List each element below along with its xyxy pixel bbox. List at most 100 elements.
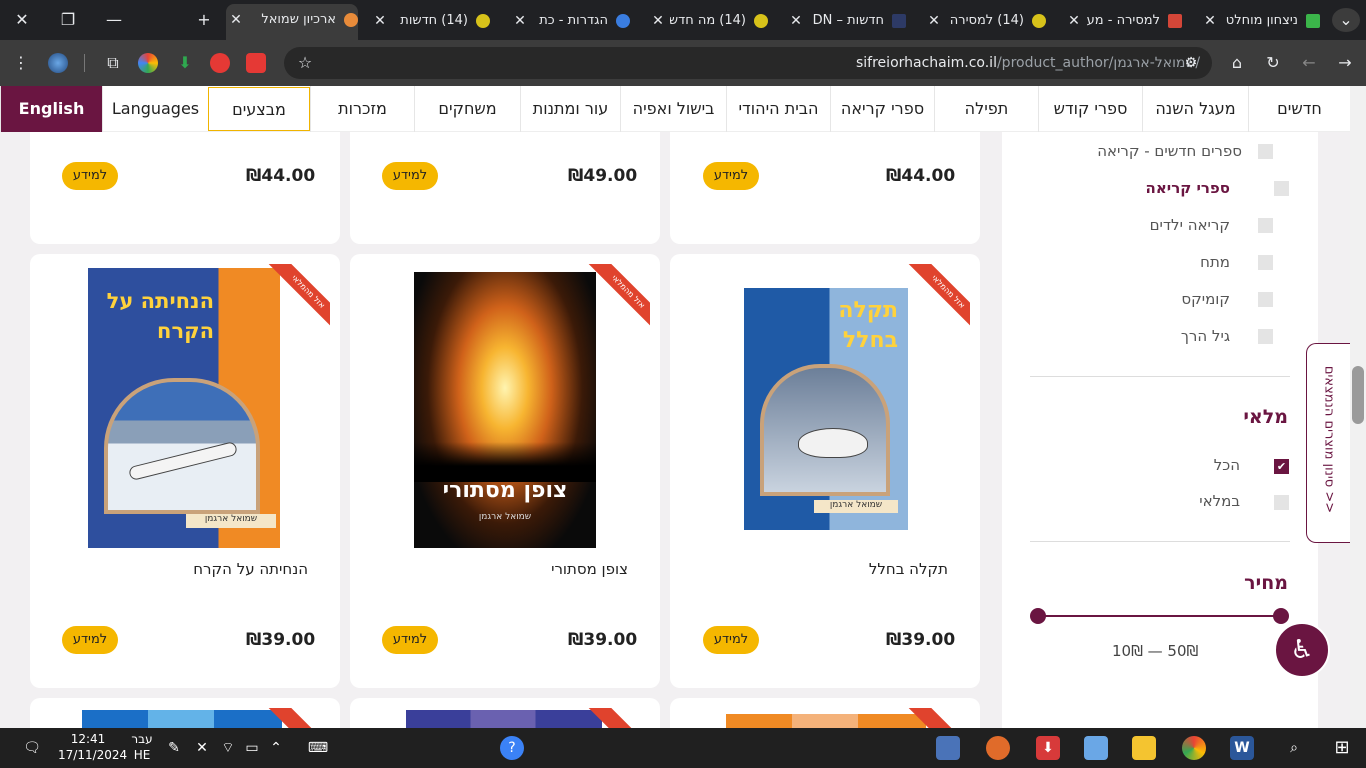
product-card[interactable]: תקלה בחלל שמואל ארגמן אזל מהמלאי תקלה בח… xyxy=(670,254,980,688)
book-cover-image[interactable]: תקלה בחלל שמואל ארגמן xyxy=(744,288,908,530)
extensions-puzzle-icon[interactable]: ⧉ xyxy=(102,52,124,74)
back-arrow-icon[interactable]: ← xyxy=(1298,52,1320,74)
close-tab-icon[interactable]: ✕ xyxy=(1200,6,1220,36)
chrome-profile-icon[interactable] xyxy=(986,736,1010,760)
nav-english[interactable]: English xyxy=(0,86,102,132)
stock-all-option[interactable]: הכל xyxy=(1214,456,1240,474)
nav-souvenirs[interactable]: מזכרות xyxy=(310,86,414,132)
close-tab-icon[interactable]: ✕ xyxy=(510,6,530,36)
site-info-icon[interactable]: ⚙ xyxy=(1180,52,1202,74)
product-card[interactable]: הנחיתה על הקרח שמואל ארגמן אזל מהמלאי הנ… xyxy=(30,254,340,688)
reload-icon[interactable]: ↻ xyxy=(1262,52,1284,74)
notifications-icon[interactable]: 🗨 xyxy=(20,736,44,760)
tab-search-chevron-icon[interactable]: ⌄ xyxy=(1332,8,1360,32)
download-app-icon[interactable]: ⬇ xyxy=(1036,736,1060,760)
bookmark-star-icon[interactable]: ☆ xyxy=(294,52,316,74)
in-stock-checkbox[interactable] xyxy=(1274,495,1289,510)
info-button[interactable]: למידע xyxy=(62,162,118,190)
close-tab-icon[interactable]: ✕ xyxy=(370,6,390,36)
nav-leather-gifts[interactable]: עור ומתנות xyxy=(520,86,620,132)
tab[interactable]: ✕ ניצחון מוחלט xyxy=(1200,6,1320,36)
extension-icon[interactable] xyxy=(210,53,230,73)
nav-reading-books[interactable]: ספרי קריאה xyxy=(830,86,934,132)
tray-expand-icon[interactable]: ⌃ xyxy=(264,736,288,760)
nav-year-cycle[interactable]: מעגל השנה xyxy=(1142,86,1248,132)
extension-icon[interactable] xyxy=(138,53,158,73)
book-cover-image[interactable] xyxy=(726,714,926,728)
category-kids-reading[interactable]: קריאה ילדים xyxy=(1150,216,1230,234)
product-title[interactable]: תקלה בחלל xyxy=(869,560,948,578)
close-window-icon[interactable]: ✕ xyxy=(8,8,36,32)
category-checkbox[interactable] xyxy=(1258,292,1273,307)
book-cover-image[interactable] xyxy=(82,710,282,728)
tab[interactable]: ✕ הגדרות - כת xyxy=(510,6,630,36)
mute-icon[interactable]: ✕ xyxy=(190,736,214,760)
info-button[interactable]: למידע xyxy=(703,626,759,654)
nav-games[interactable]: משחקים xyxy=(414,86,520,132)
tab[interactable]: ✕ (14) מה חדש xyxy=(648,6,768,36)
product-title[interactable]: צופן מסתורי xyxy=(551,560,628,578)
book-cover-image[interactable]: צופן מסתורי שמואל ארגמן xyxy=(414,272,596,548)
close-tab-icon[interactable]: ✕ xyxy=(648,6,668,36)
close-tab-icon[interactable]: ✕ xyxy=(786,6,806,36)
pen-icon[interactable]: ✎ xyxy=(162,736,186,760)
nav-new[interactable]: חדשים xyxy=(1248,86,1350,132)
category-checkbox[interactable] xyxy=(1258,329,1273,344)
info-button[interactable]: למידע xyxy=(62,626,118,654)
category-checkbox[interactable] xyxy=(1274,181,1289,196)
book-cover-image[interactable]: הנחיתה על הקרח שמואל ארגמן xyxy=(88,268,280,548)
info-button[interactable]: למידע xyxy=(382,162,438,190)
tab[interactable]: ✕ (14) למסירה xyxy=(924,6,1046,36)
category-comics[interactable]: קומיקס xyxy=(1181,290,1230,308)
nav-holy-books[interactable]: ספרי קודש xyxy=(1038,86,1142,132)
close-tab-icon[interactable]: ✕ xyxy=(226,4,246,36)
category-checkbox[interactable] xyxy=(1258,218,1273,233)
new-tab-icon[interactable]: + xyxy=(190,8,218,32)
nav-jewish-home[interactable]: הבית היהודי xyxy=(726,86,830,132)
category-new-reading[interactable]: ספרים חדשים - קריאה xyxy=(1097,142,1242,160)
language-indicator[interactable]: עבר HE xyxy=(126,731,158,763)
home-icon[interactable]: ⌂ xyxy=(1226,52,1248,74)
tab[interactable]: ✕ (14) חדשות xyxy=(370,6,490,36)
book-cover-image[interactable] xyxy=(406,710,602,728)
keyboard-icon[interactable]: ⌨ xyxy=(306,736,330,760)
info-button[interactable]: למידע xyxy=(382,626,438,654)
category-checkbox[interactable] xyxy=(1258,144,1273,159)
minimize-window-icon[interactable]: — xyxy=(100,8,128,32)
battery-icon[interactable]: ▭ xyxy=(240,736,264,760)
close-tab-icon[interactable]: ✕ xyxy=(1064,6,1084,36)
nav-languages[interactable]: Languages xyxy=(102,86,208,132)
scrollbar-thumb[interactable] xyxy=(1352,366,1364,424)
product-title[interactable]: הנחיתה על הקרח xyxy=(193,560,308,578)
profile-avatar[interactable] xyxy=(48,53,68,73)
price-slider-track[interactable] xyxy=(1040,615,1282,617)
category-checkbox[interactable] xyxy=(1258,255,1273,270)
nav-prayer[interactable]: תפילה xyxy=(934,86,1038,132)
product-card[interactable]: אזל xyxy=(350,698,660,728)
product-card[interactable]: אזל xyxy=(670,698,980,728)
product-card[interactable]: אזל xyxy=(30,698,340,728)
tab[interactable]: ✕ חדשות – DN xyxy=(786,6,906,36)
menu-dots-icon[interactable]: ⋮ xyxy=(10,52,32,74)
nav-sales[interactable]: מבצעים xyxy=(208,87,310,131)
address-bar[interactable]: ☆ sifreiorhachaim.co.il/product_author/ש… xyxy=(284,47,1212,79)
desktop-app-icon[interactable] xyxy=(1084,736,1108,760)
extension-icon[interactable] xyxy=(246,53,266,73)
forward-arrow-icon[interactable]: → xyxy=(1334,52,1356,74)
windows-start-icon[interactable]: ⊞ xyxy=(1330,736,1354,760)
category-toddlers[interactable]: גיל הרך xyxy=(1181,327,1230,345)
file-explorer-icon[interactable] xyxy=(1132,736,1156,760)
product-card[interactable]: צופן מסתורי שמואל ארגמן אזל מהמלאי צופן … xyxy=(350,254,660,688)
help-icon[interactable]: ? xyxy=(500,736,524,760)
chrome-icon[interactable] xyxy=(1182,736,1206,760)
filter-toggle-tab[interactable]: << סינון מוצרים הנמצאים xyxy=(1306,343,1350,543)
close-tab-icon[interactable]: ✕ xyxy=(924,6,944,36)
category-reading-books[interactable]: ספרי קריאה xyxy=(1146,179,1230,197)
wifi-icon[interactable]: ⌔ xyxy=(216,736,240,760)
download-extension-icon[interactable]: ⬇ xyxy=(174,52,196,74)
search-icon[interactable]: ⌕ xyxy=(1282,736,1306,760)
info-button[interactable]: למידע xyxy=(703,162,759,190)
word-icon[interactable]: W xyxy=(1230,736,1254,760)
clock[interactable]: 12:41 17/11/2024 xyxy=(58,731,127,763)
price-slider-min-handle[interactable] xyxy=(1030,608,1046,624)
